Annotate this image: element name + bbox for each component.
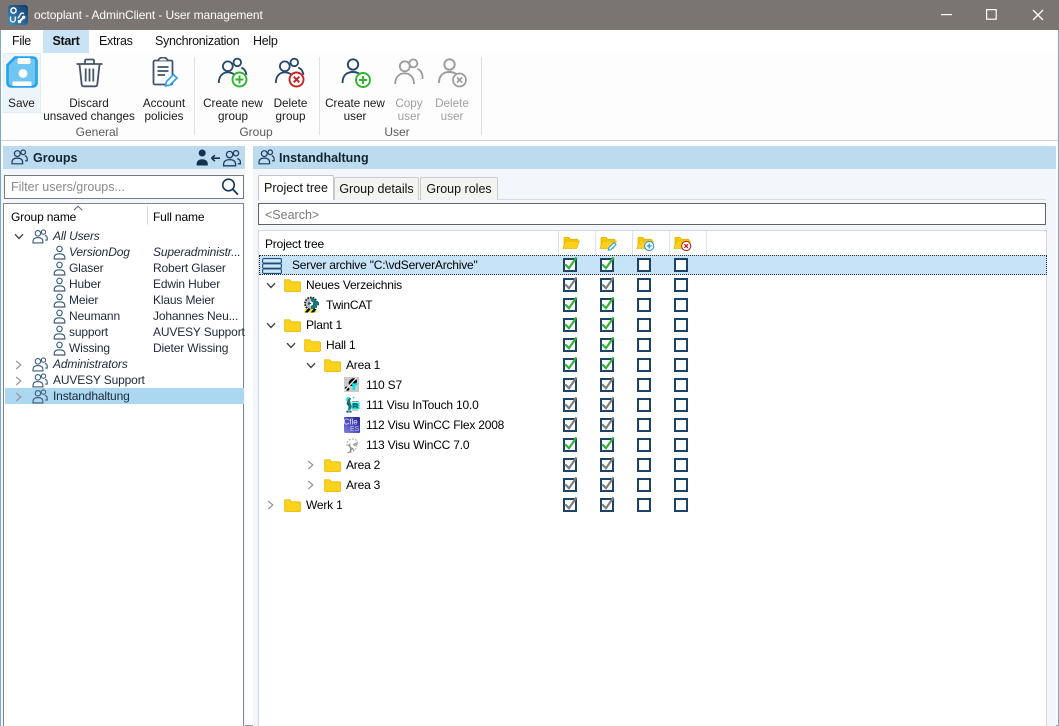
svg-text:ES: ES [350, 426, 360, 433]
